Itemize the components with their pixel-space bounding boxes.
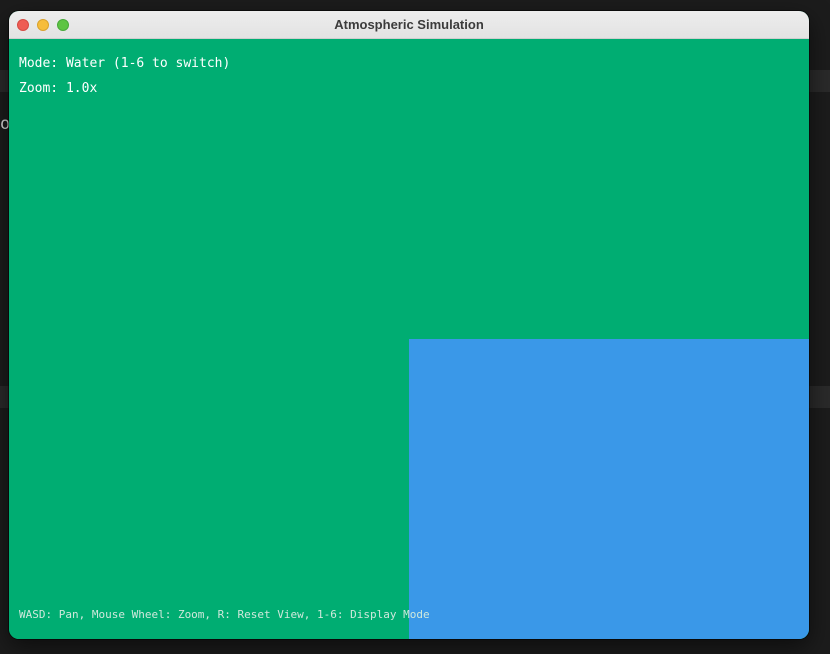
controls-help-text: WASD: Pan, Mouse Wheel: Zoom, R: Reset V… bbox=[19, 608, 430, 621]
background-window-text: ok bbox=[0, 114, 9, 134]
display-mode-label: Mode: Water (1-6 to switch) bbox=[19, 56, 231, 71]
zoom-level-label: Zoom: 1.0x bbox=[19, 81, 98, 96]
water-region bbox=[409, 339, 809, 639]
title-bar[interactable]: Atmospheric Simulation bbox=[9, 11, 809, 39]
window-title: Atmospheric Simulation bbox=[334, 17, 484, 32]
simulation-window: Atmospheric Simulation Mode: Water (1-6 … bbox=[9, 11, 809, 639]
simulation-canvas[interactable]: Mode: Water (1-6 to switch) Zoom: 1.0x W… bbox=[9, 39, 809, 639]
